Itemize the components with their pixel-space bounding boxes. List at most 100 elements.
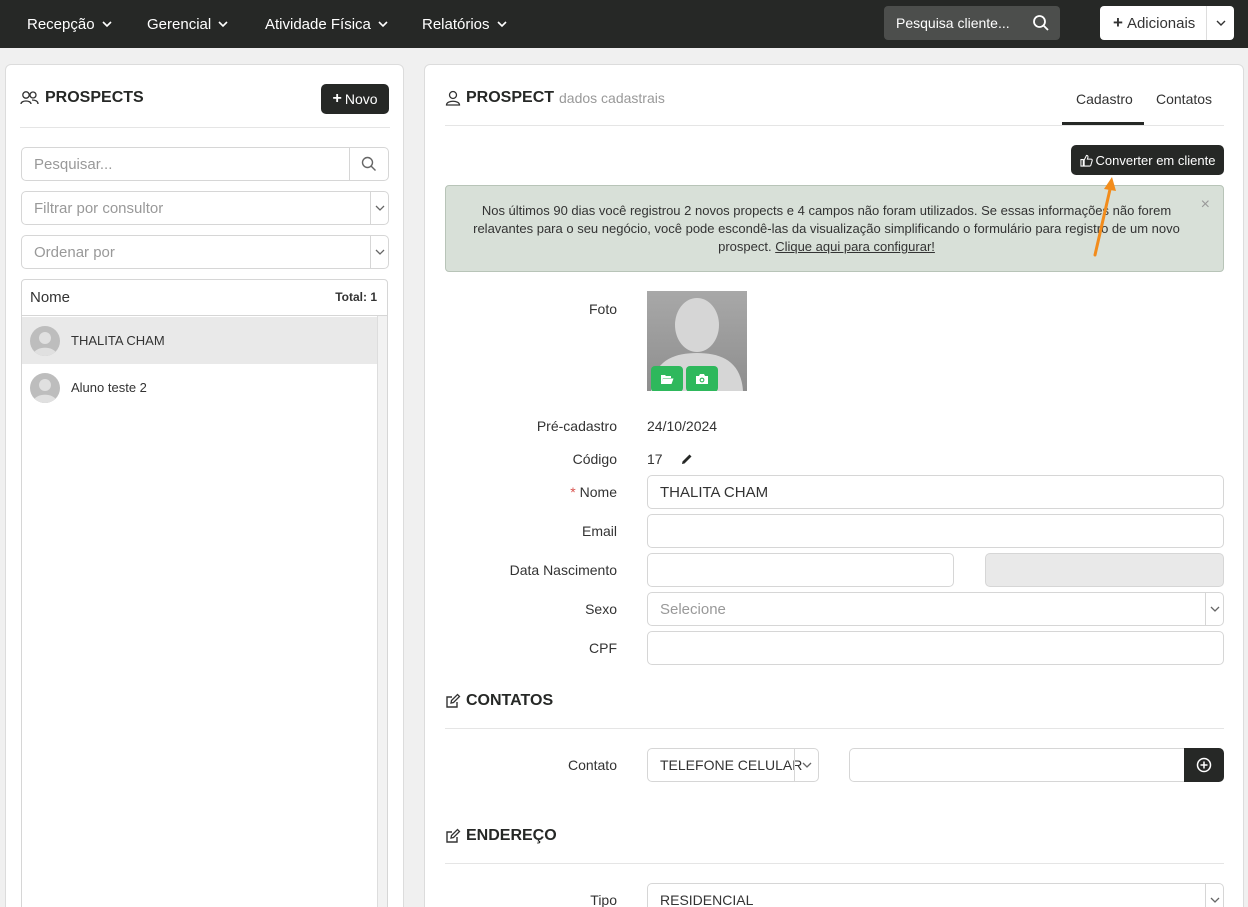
nascimento-label: Data Nascimento xyxy=(509,562,617,578)
codigo-value: 17 xyxy=(647,451,663,467)
chevron-down-icon xyxy=(1210,606,1219,612)
contatos-title-text: CONTATOS xyxy=(466,692,554,709)
endereco-section-title: ENDEREÇO xyxy=(445,827,557,845)
client-search[interactable]: Pesquisa cliente... xyxy=(884,6,1060,40)
chevron-down-icon xyxy=(802,762,811,768)
prospect-title: PROSPECT dados cadastrais xyxy=(445,89,665,107)
sexo-label: Sexo xyxy=(585,601,617,617)
consultor-filter-select[interactable]: Filtrar por consultor xyxy=(21,191,389,225)
list-item[interactable]: THALITA CHAM xyxy=(22,317,378,364)
search-icon xyxy=(361,156,376,171)
divider xyxy=(445,728,1224,729)
tab-contatos[interactable]: Contatos xyxy=(1156,91,1212,107)
contatos-section-title: CONTATOS xyxy=(445,692,553,710)
annotation-arrow-icon xyxy=(1093,177,1116,257)
adicionais-button[interactable]: + Adicionais xyxy=(1100,6,1234,40)
email-label: Email xyxy=(581,523,617,539)
prospect-name: THALITA CHAM xyxy=(71,333,165,348)
order-placeholder: Ordenar por xyxy=(34,243,115,261)
column-nome[interactable]: Nome xyxy=(30,289,70,306)
configure-link[interactable]: Clique aqui para configurar! xyxy=(775,239,935,254)
search-icon[interactable] xyxy=(1032,14,1050,32)
order-by-select[interactable]: Ordenar por xyxy=(21,235,389,269)
adicionais-label: Adicionais xyxy=(1126,14,1196,32)
nav-label: Gerencial xyxy=(147,15,212,33)
sexo-placeholder: Selecione xyxy=(660,600,726,618)
nav-atividade-fisica[interactable]: Atividade Física xyxy=(265,0,388,48)
close-icon[interactable]: × xyxy=(1201,196,1210,214)
contact-type-value: TELEFONE CELULAR xyxy=(660,757,803,773)
prospect-search-input[interactable]: Pesquisar... xyxy=(21,147,389,181)
top-navbar: Recepção Gerencial Atividade Física Rela… xyxy=(0,0,1248,48)
prospect-title-text: PROSPECT xyxy=(466,89,555,106)
list-header: Nome Total: 1 xyxy=(22,280,387,316)
edit-icon xyxy=(446,828,461,843)
prospects-title: PROSPECTS xyxy=(20,89,144,107)
nome-value: THALITA CHAM xyxy=(660,483,769,501)
nome-input[interactable]: THALITA CHAM xyxy=(647,475,1224,509)
total-count: Total: 1 xyxy=(335,290,377,304)
convert-to-client-button[interactable]: Converter em cliente xyxy=(1071,145,1224,175)
birthdate-input[interactable] xyxy=(647,553,954,587)
chevron-down-icon xyxy=(378,21,388,28)
cpf-label: CPF xyxy=(589,640,617,656)
list-item[interactable]: Aluno teste 2 xyxy=(22,364,378,411)
novo-label: Novo xyxy=(344,91,378,107)
nav-gerencial[interactable]: Gerencial xyxy=(147,0,228,48)
sexo-select[interactable]: Selecione xyxy=(647,592,1224,626)
user-icon xyxy=(445,90,461,106)
address-type-select[interactable]: RESIDENCIAL xyxy=(647,883,1224,907)
add-contact-button[interactable] xyxy=(1184,748,1224,782)
divider xyxy=(445,863,1224,864)
nav-label: Recepção xyxy=(27,15,95,33)
contact-value-input[interactable] xyxy=(849,748,1186,782)
codigo-label: Código xyxy=(572,451,617,467)
tab-cadastro[interactable]: Cadastro xyxy=(1076,91,1133,107)
users-icon xyxy=(20,91,39,105)
scrollbar[interactable] xyxy=(377,316,387,907)
upload-photo-button[interactable] xyxy=(651,366,683,391)
contato-label: Contato xyxy=(567,757,617,773)
search-button[interactable] xyxy=(349,148,388,180)
nav-relatorios[interactable]: Relatórios xyxy=(422,0,507,48)
contact-type-select[interactable]: TELEFONE CELULAR xyxy=(647,748,819,782)
select-arrow xyxy=(794,749,818,781)
take-photo-button[interactable] xyxy=(686,366,718,391)
chevron-down-icon xyxy=(375,249,384,255)
chevron-down-icon[interactable] xyxy=(1216,18,1226,28)
nav-label: Atividade Física xyxy=(265,15,371,33)
select-arrow xyxy=(1205,593,1223,625)
nav-recepcao[interactable]: Recepção xyxy=(27,0,112,48)
avatar xyxy=(30,372,60,403)
chevron-down-icon xyxy=(375,205,384,211)
divider xyxy=(1206,6,1207,40)
tipo-label: Tipo xyxy=(590,892,617,907)
plus-icon: + xyxy=(1113,13,1123,32)
folder-open-icon xyxy=(661,375,674,384)
prospects-list: Nome Total: 1 THALITA CHAM Aluno teste 2 xyxy=(21,279,388,907)
novo-button[interactable]: + Novo xyxy=(321,84,389,114)
client-search-label: Pesquisa cliente... xyxy=(896,15,1010,31)
prospects-title-text: PROSPECTS xyxy=(45,89,144,106)
photo-placeholder xyxy=(647,291,747,391)
email-input[interactable] xyxy=(647,514,1224,548)
cpf-input[interactable] xyxy=(647,631,1224,665)
chevron-down-icon xyxy=(1210,897,1219,903)
pencil-icon[interactable] xyxy=(681,453,693,465)
edit-icon xyxy=(446,693,461,708)
address-type-value: RESIDENCIAL xyxy=(660,892,754,907)
required-marker: * xyxy=(570,484,576,500)
foto-label: Foto xyxy=(588,301,617,317)
prospect-subtitle: dados cadastrais xyxy=(559,90,665,106)
camera-icon xyxy=(696,374,708,384)
filter-placeholder: Filtrar por consultor xyxy=(34,199,164,217)
chevron-down-icon xyxy=(101,21,112,28)
select-arrow xyxy=(370,236,388,268)
select-arrow xyxy=(1205,884,1223,907)
prospect-detail-panel: PROSPECT dados cadastrais Cadastro Conta… xyxy=(424,64,1244,907)
convert-label: Converter em cliente xyxy=(1095,152,1216,168)
avatar xyxy=(30,325,60,356)
plus-circle-icon xyxy=(1196,757,1212,773)
chevron-down-icon xyxy=(496,21,507,28)
pre-cadastro-label: Pré-cadastro xyxy=(536,418,617,434)
